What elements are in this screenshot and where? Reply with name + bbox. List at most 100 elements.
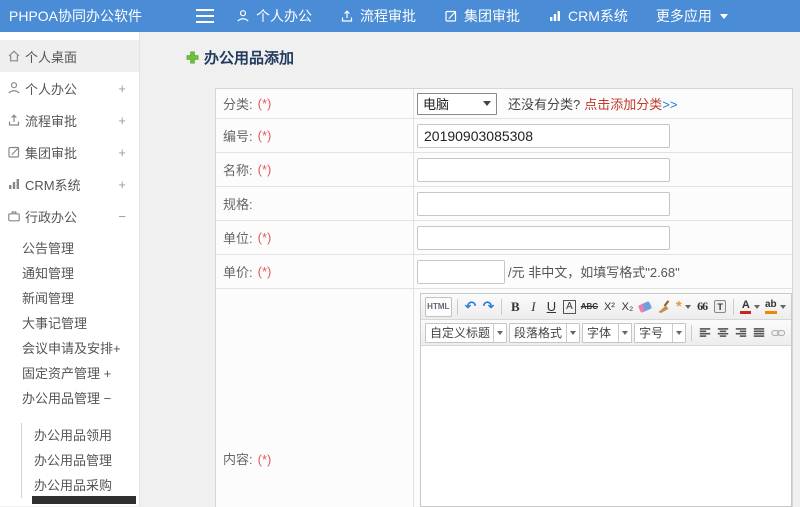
form-row-unit: 单位: (*) [216, 221, 792, 255]
editor-content-area[interactable] [421, 346, 791, 506]
align-right-button[interactable] [733, 323, 749, 343]
char-border-button[interactable]: A [563, 299, 576, 314]
required-mark: (*) [257, 162, 272, 177]
format-brush-button[interactable] [655, 297, 672, 317]
home-icon [7, 49, 21, 63]
align-left-button[interactable] [697, 323, 713, 343]
sidebar-partial-hidden-item [32, 496, 136, 504]
topnav-crm[interactable]: CRM系统 [548, 6, 628, 26]
page-title: 办公用品添加 [186, 47, 294, 68]
dropdown-caret-icon [754, 304, 761, 309]
topnav-personal-office[interactable]: 个人办公 [236, 6, 312, 26]
sidebar-item-desktop[interactable]: 个人桌面 [0, 40, 139, 72]
hamburger-menu-icon[interactable] [196, 9, 214, 23]
dropdown-caret-icon [570, 330, 577, 335]
toolbar-separator [501, 298, 503, 315]
sidebar-item-news-mgmt[interactable]: 新闻管理 [0, 286, 139, 311]
sidebar-item-assets-mgmt[interactable]: 固定资产管理 + [0, 361, 139, 386]
orange-color-bar [764, 310, 777, 314]
sidebar-item-personal-office[interactable]: 个人办公 + [0, 72, 139, 104]
unit-input[interactable] [417, 225, 670, 250]
undo-button[interactable]: ↶ [462, 297, 478, 317]
toolbar-separator [690, 324, 692, 341]
required-mark: (*) [257, 452, 272, 467]
sidebar-item-announcement-mgmt[interactable]: 公告管理 [0, 236, 139, 261]
user-icon [236, 9, 250, 23]
redo-button[interactable]: ↷ [480, 297, 496, 317]
form-row-category: 分类: (*) 电脑 还没有分类? 点击添加分类>> [216, 89, 792, 119]
sidebar-item-supplies-mgmt[interactable]: 办公用品管理 − [0, 386, 139, 411]
expand-toggle[interactable]: + [118, 113, 126, 128]
link-icon [770, 329, 785, 336]
html-source-button[interactable]: HTML [425, 296, 452, 317]
sidebar-item-meeting-mgmt[interactable]: 会议申请及安排+ [0, 336, 139, 361]
add-category-link[interactable]: 点击添加分类 [584, 97, 662, 112]
topnav-more-apps[interactable]: 更多应用 [656, 6, 728, 26]
collapse-toggle[interactable]: − [118, 209, 126, 224]
form-row-spec: 规格: [216, 187, 792, 221]
sidebar-item-supplies-claim[interactable]: 办公用品领用 [22, 423, 139, 448]
sidebar-item-label: 集团审批 [25, 145, 78, 161]
clipboard-icon: T [714, 300, 727, 313]
highlight-color-button[interactable]: ab [764, 297, 787, 317]
code-input[interactable] [417, 123, 670, 148]
category-select[interactable]: 电脑 [417, 92, 497, 115]
sidebar-item-supplies-manage[interactable]: 办公用品管理 [22, 448, 139, 473]
topnav-group-approval[interactable]: 集团审批 [444, 6, 520, 26]
topnav-label: CRM系统 [568, 8, 628, 24]
topnav-label: 集团审批 [464, 8, 520, 24]
page-title-text: 办公用品添加 [204, 50, 295, 67]
toolbar-separator [733, 298, 735, 315]
topnav-workflow-approval[interactable]: 流程审批 [340, 6, 416, 26]
briefcase-icon [7, 209, 21, 223]
font-family-select[interactable]: 字体 [582, 322, 633, 343]
font-color-button[interactable]: A [739, 297, 762, 317]
expand-toggle[interactable]: + [118, 177, 126, 192]
sidebar-item-group-approval[interactable]: 集团审批 + [0, 136, 139, 168]
sidebar-item-label: CRM系统 [25, 177, 81, 193]
paragraph-format-select[interactable]: 段落格式 [509, 322, 581, 343]
custom-title-select[interactable]: 自定义标题 [425, 322, 507, 343]
sidebar-item-crm[interactable]: CRM系统 + [0, 168, 139, 200]
spec-input[interactable] [417, 191, 670, 216]
sidebar-item-events-mgmt[interactable]: 大事记管理 [0, 311, 139, 336]
sidebar-item-notice-mgmt[interactable]: 通知管理 [0, 261, 139, 286]
form-row-name: 名称: (*) [216, 153, 792, 187]
price-label: 单价: (*) [216, 255, 414, 288]
paste-as-text-button[interactable]: T [712, 297, 728, 317]
strikethrough-button[interactable]: ABC [579, 297, 599, 317]
remove-format-button[interactable] [637, 297, 653, 317]
dropdown-caret-icon [497, 330, 503, 335]
italic-button[interactable]: I [525, 297, 541, 317]
superscript-button[interactable]: X² [601, 297, 617, 317]
dropdown-caret-icon [622, 330, 629, 335]
bold-button[interactable]: B [507, 297, 523, 317]
sidebar-item-supplies-purchase[interactable]: 办公用品采购 [22, 473, 139, 498]
form-row-price: 单价: (*) /元 非中文，如填写格式"2.68" [216, 255, 792, 289]
editor-toolbar-row1: HTML ↶ ↷ B I U A ABC X² X₂ * 66 T A ab [421, 294, 791, 320]
align-center-button[interactable] [715, 323, 731, 343]
expand-toggle[interactable]: + [118, 145, 126, 160]
underline-button[interactable]: U [543, 297, 559, 317]
sidebar-item-workflow-approval[interactable]: 流程审批 + [0, 104, 139, 136]
autotypeset-button[interactable]: * [674, 297, 692, 317]
dropdown-caret-icon [675, 330, 682, 335]
red-color-bar [740, 310, 752, 314]
required-mark: (*) [257, 230, 272, 245]
add-category-arrows[interactable]: >> [662, 97, 677, 112]
align-justify-button[interactable] [751, 323, 767, 343]
expand-toggle[interactable]: + [118, 81, 126, 96]
price-input[interactable] [417, 259, 505, 284]
blockquote-button[interactable]: 66 [694, 297, 710, 317]
insert-link-button[interactable] [769, 323, 787, 343]
edit-square-icon [444, 9, 458, 23]
align-left-icon [699, 328, 710, 337]
font-size-select[interactable]: 字号 [634, 322, 686, 343]
form-row-code: 编号: (*) [216, 119, 792, 153]
topnav-label: 个人办公 [256, 8, 312, 24]
subscript-button[interactable]: X₂ [619, 297, 635, 317]
required-mark: (*) [257, 128, 272, 143]
content-label: 内容: (*) [216, 289, 414, 507]
name-input[interactable] [417, 157, 670, 182]
sidebar-item-admin-office[interactable]: 行政办公 − [0, 200, 139, 232]
